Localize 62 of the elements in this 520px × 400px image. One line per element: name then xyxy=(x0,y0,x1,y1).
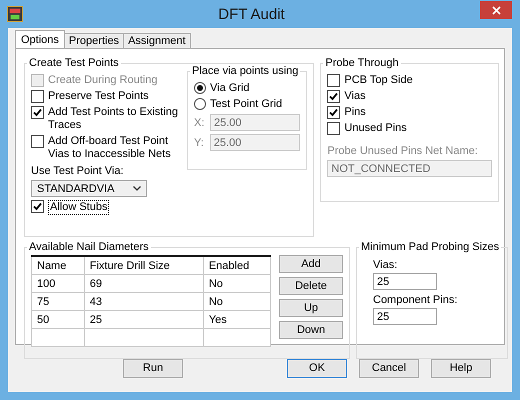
via-dropdown[interactable]: STANDARDVIA xyxy=(31,180,147,197)
checkbox[interactable] xyxy=(31,90,44,103)
checkbox[interactable] xyxy=(31,200,44,213)
table-cell: 69 xyxy=(84,274,204,292)
group-title: Minimum Pad Probing Sizes xyxy=(360,241,500,253)
caret-icon xyxy=(133,186,141,191)
field-label: X: xyxy=(194,116,204,128)
table-cell: No xyxy=(203,274,270,292)
dialog-button[interactable]: OK xyxy=(287,358,347,378)
field-label: Use Test Point Via: xyxy=(31,165,125,177)
table-cell: Yes xyxy=(203,310,270,328)
table-cell: 50 xyxy=(32,310,84,328)
checkbox-label[interactable]: PCB Top Side xyxy=(344,74,413,87)
table-button[interactable]: Down xyxy=(279,321,343,339)
column-header: Name xyxy=(32,256,84,274)
table-button[interactable]: Add xyxy=(279,255,343,273)
checkbox-label[interactable]: Preserve Test Points xyxy=(48,90,149,103)
table-cell: 43 xyxy=(84,292,204,310)
radio-button[interactable] xyxy=(194,98,206,110)
dialog-button[interactable]: Help xyxy=(431,358,491,378)
field-label: Probe Unused Pins Net Name: xyxy=(327,145,479,157)
dialog-button[interactable]: Run xyxy=(123,358,183,378)
table-cell: 25 xyxy=(84,310,204,328)
checkbox-label[interactable]: Vias xyxy=(344,90,366,103)
close-button[interactable] xyxy=(480,1,512,19)
tab[interactable]: Options xyxy=(15,30,65,48)
field-label: Component Pins: xyxy=(373,294,458,306)
checkbox-label[interactable]: Add Off-board Test Point Vias to Inaccessible Nets xyxy=(48,135,181,161)
checkbox[interactable] xyxy=(327,122,340,135)
checkbox[interactable] xyxy=(327,74,340,87)
checkbox-label[interactable]: Unused Pins xyxy=(344,122,407,135)
field-label: Y: xyxy=(194,136,204,148)
group-title: Probe Through xyxy=(324,57,400,69)
close-icon xyxy=(492,6,500,14)
checkbox[interactable] xyxy=(327,106,340,119)
group-title: Available Nail Diameters xyxy=(28,241,150,253)
tab[interactable]: Properties xyxy=(64,33,124,48)
radio-button[interactable] xyxy=(194,82,206,94)
dialog-button[interactable]: Cancel xyxy=(359,358,419,378)
checkbox-label[interactable]: Allow Stubs xyxy=(48,200,110,215)
group-title: Create Test Points xyxy=(28,57,120,69)
column-header: Fixture Drill Size xyxy=(84,256,204,274)
checkbox-label[interactable]: Add Test Points to Existing Traces xyxy=(48,106,181,132)
column-header: Enabled xyxy=(203,256,270,274)
checkbox[interactable] xyxy=(327,90,340,103)
table-cell: 100 xyxy=(32,274,84,292)
app-icon xyxy=(7,6,23,22)
input-field[interactable]: 25 xyxy=(373,273,437,290)
table-button[interactable]: Up xyxy=(279,299,343,317)
group-title: Place via points using xyxy=(191,65,300,77)
checkbox[interactable] xyxy=(31,106,44,119)
window-title: DFT Audit xyxy=(217,6,286,22)
field-label: Vias: xyxy=(373,259,398,271)
radio-label[interactable]: Test Point Grid xyxy=(210,98,282,111)
radio-label[interactable]: Via Grid xyxy=(210,82,250,95)
checkbox-label[interactable]: Pins xyxy=(344,106,366,119)
input-field[interactable]: 25 xyxy=(373,308,437,325)
checkbox[interactable] xyxy=(31,135,44,148)
table-button[interactable]: Delete xyxy=(279,277,343,295)
table-cell: 75 xyxy=(32,292,84,310)
tab[interactable]: Assignment xyxy=(123,33,191,48)
table-cell: No xyxy=(203,292,270,310)
